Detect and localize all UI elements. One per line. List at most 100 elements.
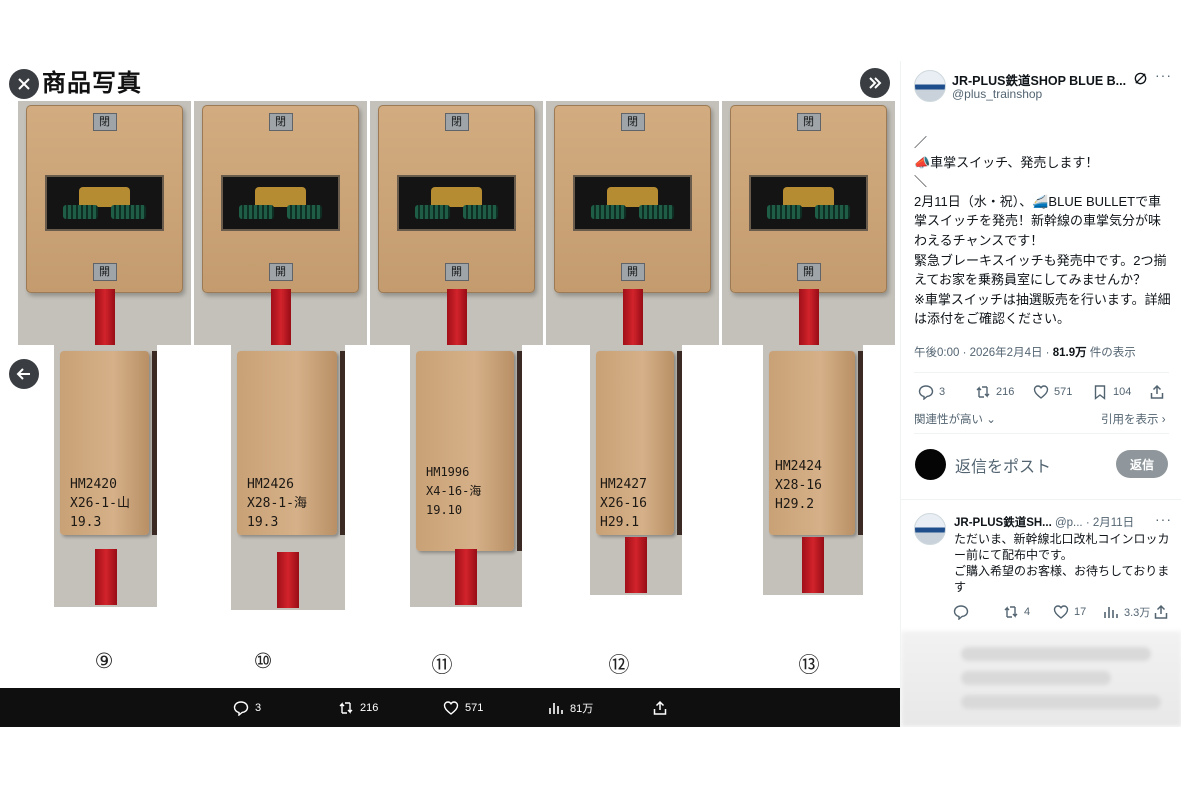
post-time[interactable]: 午後0:00 · 2026年2月4日 · bbox=[914, 347, 1053, 359]
analytics-icon bbox=[549, 702, 563, 714]
reply-action[interactable]: 3 bbox=[918, 384, 945, 400]
unit-label: HM2426 X28-1-海 19.3 bbox=[247, 477, 307, 530]
front-photo: 閉 開 bbox=[18, 101, 191, 345]
unit-number: ⑫ bbox=[608, 653, 630, 677]
unit-label: HM1996 X4-16-海 19.10 bbox=[426, 465, 482, 517]
viewer-like-button[interactable]: 571 bbox=[443, 688, 483, 727]
divider bbox=[914, 433, 1169, 434]
plate-top: 閉 bbox=[620, 113, 645, 131]
like-action[interactable]: 571 bbox=[1033, 384, 1072, 400]
reply-submit-button[interactable]: 返信 bbox=[1116, 450, 1168, 478]
reply-input[interactable]: 返信をポスト bbox=[955, 453, 1051, 477]
plate-bottom: 開 bbox=[268, 263, 293, 281]
reply-text: ただいま、新幹線北口改札コインロッカー前にて配布中です。 ご購入希望のお客様、お… bbox=[954, 532, 1170, 594]
previous-image-button[interactable] bbox=[9, 359, 39, 389]
side-photo: HM2427 X26-16 H29.1 bbox=[590, 345, 682, 595]
reply-repost-action[interactable]: 4 bbox=[1003, 604, 1030, 620]
plate-bottom: 開 bbox=[620, 263, 645, 281]
reply-views-action[interactable]: 3.3万 bbox=[1103, 604, 1150, 620]
reply-like-action[interactable]: 17 bbox=[1053, 604, 1086, 620]
double-chevron-right-icon bbox=[869, 77, 882, 89]
close-icon bbox=[18, 78, 30, 90]
side-photo: HM1996 X4-16-海 19.10 bbox=[410, 345, 522, 607]
bookmark-count: 104 bbox=[1113, 386, 1132, 398]
share-icon bbox=[653, 700, 667, 715]
close-button[interactable] bbox=[9, 69, 39, 99]
unit-number: ⑨ bbox=[94, 649, 114, 673]
reply-like-count: 17 bbox=[1074, 606, 1087, 618]
heart-icon bbox=[443, 700, 459, 715]
red-handle bbox=[94, 289, 115, 345]
share-icon bbox=[1154, 604, 1168, 619]
front-photos: 閉 開 閉 開 閉 開 閉 開 閉 開 bbox=[18, 101, 895, 345]
reply-author-avatar[interactable] bbox=[914, 513, 946, 545]
unit-label: HM2427 X26-16 H29.1 bbox=[600, 477, 647, 530]
author-avatar[interactable] bbox=[914, 70, 946, 102]
viewer-reply-button[interactable]: 3 bbox=[233, 688, 261, 727]
switch-box: 閉 開 bbox=[554, 105, 711, 293]
post-views-label: 件の表示 bbox=[1086, 347, 1136, 359]
share-action[interactable] bbox=[1149, 384, 1165, 400]
red-handle bbox=[798, 289, 819, 345]
reply-author-line: JR-PLUS鉄道SH... @p... · 2月11日 bbox=[954, 514, 1159, 530]
plate-bottom: 開 bbox=[796, 263, 821, 281]
red-handle bbox=[94, 549, 117, 605]
view-quotes-link[interactable]: 引用を表示 › bbox=[1101, 411, 1166, 427]
repost-action[interactable]: 216 bbox=[975, 384, 1014, 400]
reply-repost-count: 4 bbox=[1024, 606, 1031, 618]
repost-icon bbox=[976, 386, 990, 398]
viewer-repost-count: 216 bbox=[360, 701, 379, 714]
viewer-repost-button[interactable]: 216 bbox=[338, 688, 378, 727]
red-handle bbox=[625, 537, 647, 593]
reply-icon bbox=[233, 700, 249, 716]
switch-box: 閉 開 bbox=[202, 105, 359, 293]
front-photo: 閉 開 bbox=[370, 101, 543, 345]
unit-label: HM2420 X26-1-山 19.3 bbox=[70, 477, 130, 530]
viewer-views-button[interactable]: 81万 bbox=[548, 688, 593, 727]
front-photo: 閉 開 bbox=[194, 101, 367, 345]
arrow-left-icon bbox=[16, 368, 30, 380]
bookmark-action[interactable]: 104 bbox=[1092, 384, 1131, 400]
reply-reply-action[interactable] bbox=[953, 604, 974, 620]
repost-icon bbox=[1004, 606, 1018, 618]
switch-window bbox=[396, 175, 517, 231]
reply-author-name[interactable]: JR-PLUS鉄道SH... bbox=[954, 517, 1052, 529]
share-icon bbox=[1150, 384, 1164, 399]
side-photo: HM2424 X28-16 H29.2 bbox=[763, 345, 863, 595]
reply-more-options-icon[interactable]: ··· bbox=[1155, 511, 1172, 527]
side-photo: HM2426 X28-1-海 19.3 bbox=[231, 345, 345, 610]
switch-window bbox=[220, 175, 341, 231]
repost-count: 216 bbox=[996, 386, 1015, 398]
reply-date[interactable]: · 2月11日 bbox=[1086, 517, 1134, 529]
switch-window bbox=[748, 175, 869, 231]
author-handle[interactable]: @plus_trainshop bbox=[952, 87, 1042, 101]
more-options-icon[interactable]: ··· bbox=[1155, 67, 1172, 83]
switch-box: 閉 開 bbox=[378, 105, 535, 293]
reply-share-action[interactable] bbox=[1153, 604, 1169, 620]
bookmark-icon bbox=[1094, 385, 1106, 400]
like-count: 571 bbox=[1054, 386, 1073, 398]
post-text: ／ 📣車掌スイッチ、発売します！ ＼ 2月11日（水・祝）、🚄BLUE BULL… bbox=[914, 135, 1171, 327]
repost-icon bbox=[339, 701, 353, 714]
collapse-panel-button[interactable] bbox=[860, 68, 890, 98]
sort-label: 関連性が高い bbox=[914, 414, 983, 426]
switch-box: 閉 開 bbox=[26, 105, 183, 293]
heart-icon bbox=[1033, 385, 1049, 399]
grok-icon[interactable] bbox=[1133, 71, 1148, 86]
reply-author-handle[interactable]: @p... bbox=[1055, 517, 1083, 529]
unit-label: HM2424 X28-16 H29.2 bbox=[775, 459, 822, 512]
red-handle bbox=[802, 537, 824, 593]
reply-views-count: 3.3万 bbox=[1124, 607, 1151, 619]
red-handle bbox=[270, 289, 291, 345]
blurred-replies bbox=[901, 631, 1181, 727]
red-handle bbox=[455, 549, 477, 605]
viewer-share-button[interactable] bbox=[652, 688, 668, 727]
sort-replies-dropdown[interactable]: 関連性が高い ⌄ bbox=[914, 411, 996, 427]
post-views-count: 81.9万 bbox=[1052, 347, 1087, 359]
reply-icon bbox=[918, 385, 934, 400]
red-handle bbox=[622, 289, 643, 345]
analytics-icon bbox=[1104, 607, 1118, 618]
unit-number: ⑪ bbox=[431, 653, 453, 677]
switch-side bbox=[416, 351, 514, 551]
chevron-down-icon: ⌄ bbox=[983, 414, 996, 426]
